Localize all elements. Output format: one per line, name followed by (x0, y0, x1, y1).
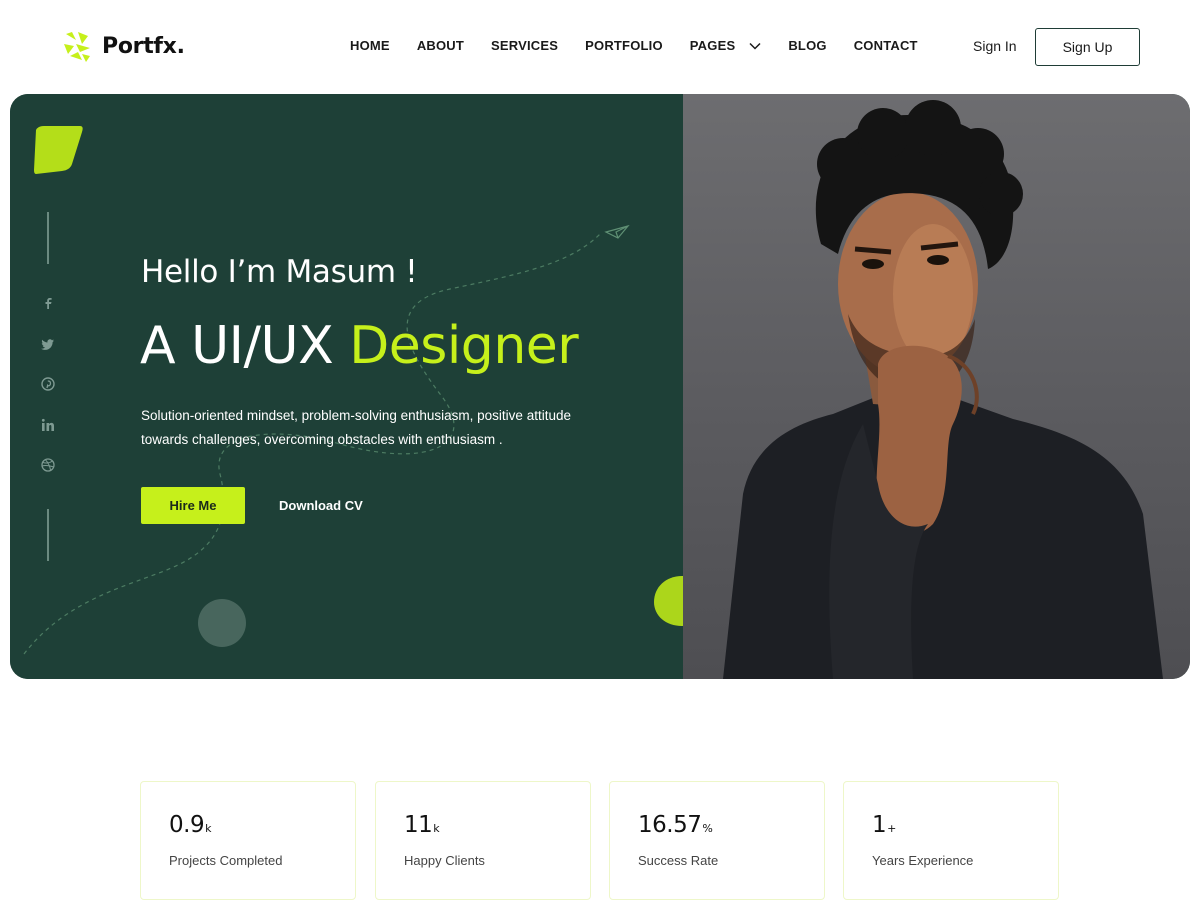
stat-number: 16.57 (638, 812, 702, 838)
stat-unit: k (433, 822, 440, 835)
site-header: Portfx. HOME ABOUT SERVICES PORTFOLIO PA… (0, 0, 1200, 94)
nav-label: BLOG (788, 38, 827, 53)
portrait-image (723, 100, 1163, 679)
dashed-flight-path (23, 224, 630, 655)
logo[interactable]: Portfx. (62, 30, 185, 62)
nav-item-portfolio[interactable]: PORTFOLIO (585, 38, 663, 53)
hero-section: Hello I’m Masum ! A UI/UX Designer Solut… (10, 94, 1190, 679)
linkedin-icon[interactable] (41, 418, 55, 432)
dribbble-icon[interactable] (41, 458, 55, 472)
stat-card-clients: 11k Happy Clients (375, 781, 591, 900)
stat-label: Years Experience (872, 853, 974, 868)
nav-label: CONTACT (853, 38, 918, 53)
nav-item-services[interactable]: SERVICES (491, 38, 558, 53)
hire-me-button[interactable]: Hire Me (141, 487, 245, 524)
stat-unit: % (702, 822, 713, 835)
hero-portrait (683, 94, 1190, 679)
stat-number: 0.9 (169, 812, 205, 838)
headline-plain: A UI/UX (140, 316, 350, 376)
nav-label: PAGES (689, 38, 736, 53)
headline-accent: Designer (349, 316, 579, 376)
stat-value: 16.57% (638, 812, 713, 838)
nav-item-pages[interactable]: PAGES (690, 38, 762, 53)
stat-card-projects: 0.9k Projects Completed (140, 781, 356, 900)
stat-card-success: 16.57% Success Rate (609, 781, 825, 900)
description-line: towards challenges, overcoming obstacles… (141, 432, 503, 447)
stat-number: 11 (404, 812, 433, 838)
hero-greeting: Hello I’m Masum ! (141, 254, 418, 290)
nav-item-blog[interactable]: BLOG (788, 38, 826, 53)
chevron-down-icon (749, 42, 761, 50)
hero-description: Solution-oriented mindset, problem-solvi… (141, 404, 601, 452)
nav-label: ABOUT (416, 38, 465, 53)
stat-card-experience: 1+ Years Experience (843, 781, 1059, 900)
hero-intro-panel: Hello I’m Masum ! A UI/UX Designer Solut… (10, 94, 710, 679)
facebook-icon[interactable] (41, 296, 55, 310)
nav-item-about[interactable]: ABOUT (417, 38, 464, 53)
decorative-circle (198, 599, 246, 647)
sign-up-button[interactable]: Sign Up (1035, 28, 1140, 66)
stat-value: 0.9k (169, 812, 211, 838)
twitter-icon[interactable] (41, 337, 55, 351)
nav-label: SERVICES (491, 38, 559, 53)
stat-label: Happy Clients (404, 853, 485, 868)
stat-label: Success Rate (638, 853, 719, 868)
pinterest-icon[interactable] (41, 377, 55, 391)
paper-plane-icon (604, 224, 630, 239)
main-nav: HOME ABOUT SERVICES PORTFOLIO PAGES BLOG… (341, 32, 945, 54)
stat-label: Projects Completed (169, 853, 283, 868)
stat-unit: k (205, 822, 211, 835)
stat-value: 1+ (872, 812, 896, 838)
sign-in-link[interactable]: Sign In (973, 38, 1017, 54)
divider-line-top (47, 212, 49, 264)
leaf-shape-top (34, 126, 83, 174)
stat-unit: + (887, 822, 896, 835)
logo-icon (64, 32, 90, 62)
stat-number: 1 (872, 812, 887, 838)
download-cv-link[interactable]: Download CV (279, 498, 363, 513)
nav-item-contact[interactable]: CONTACT (854, 38, 918, 53)
divider-line-bottom (47, 509, 49, 561)
hero-headline: A UI/UX Designer (140, 316, 579, 376)
logo-text: Portfx. (102, 33, 185, 59)
nav-label: PORTFOLIO (585, 38, 663, 53)
nav-item-home[interactable]: HOME (341, 32, 390, 54)
description-line: Solution-oriented mindset, problem-solvi… (141, 408, 571, 423)
nav-label: HOME (350, 38, 390, 53)
stat-value: 11k (404, 812, 440, 838)
